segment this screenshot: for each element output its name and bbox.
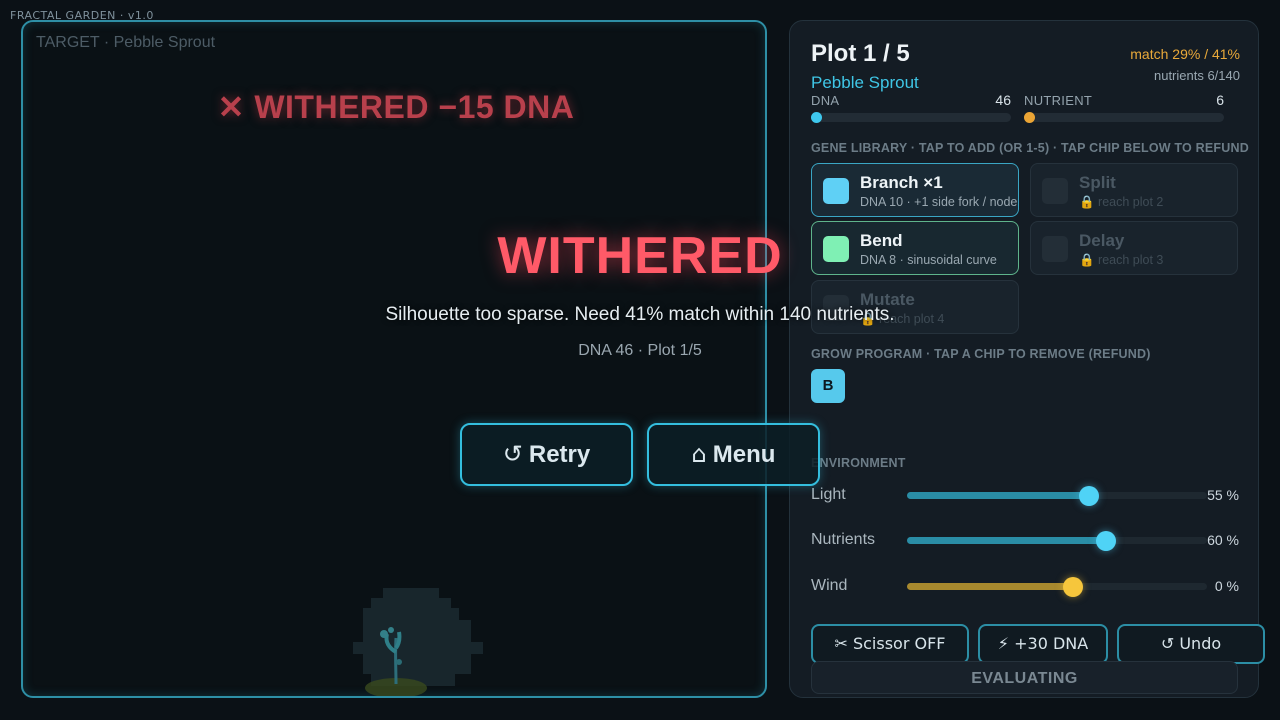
env-light-slider[interactable] bbox=[907, 486, 1207, 506]
nutrient-label: NUTRIENT bbox=[1024, 93, 1093, 108]
menu-button[interactable]: ⌂ Menu bbox=[647, 423, 820, 486]
result-message: Silhouette too sparse. Need 41% match wi… bbox=[385, 304, 895, 325]
plot-name: Pebble Sprout bbox=[811, 73, 919, 92]
target-label: TARGET · Pebble Sprout bbox=[36, 34, 216, 51]
retry-label: Retry bbox=[528, 441, 591, 468]
match-readout: match 29% / 41% bbox=[1130, 46, 1240, 62]
retry-icon: ↺ bbox=[502, 440, 523, 468]
slider-knob[interactable] bbox=[1079, 486, 1099, 506]
split-swatch bbox=[1042, 178, 1068, 204]
slider-knob[interactable] bbox=[1063, 577, 1083, 597]
gene-name: Split bbox=[1079, 173, 1116, 192]
gene-desc: 🔒 reach plot 2 bbox=[1079, 195, 1164, 209]
nutrient-stat: NUTRIENT 6 bbox=[1024, 92, 1224, 123]
menu-label: Menu bbox=[712, 441, 776, 468]
add-dna-button[interactable]: ⚡ +30 DNA bbox=[978, 624, 1108, 664]
env-value: 60 % bbox=[1207, 532, 1239, 548]
undo-button[interactable]: ↺ Undo bbox=[1117, 624, 1265, 664]
dna-label: DNA bbox=[811, 93, 840, 108]
plot-title: Plot 1 / 5 bbox=[811, 40, 910, 67]
evaluating-status: EVALUATING bbox=[811, 661, 1238, 694]
dna-stat: DNA 46 bbox=[811, 92, 1011, 123]
sprout-plant bbox=[380, 627, 402, 685]
environment-heading: ENVIRONMENT bbox=[811, 456, 906, 470]
withered-banner: ✕ WITHERED −15 DNA bbox=[217, 89, 575, 125]
gene-branch[interactable]: Branch ×1 DNA 10 · +1 side fork / node bbox=[811, 163, 1019, 217]
env-label: Light bbox=[811, 486, 846, 503]
env-nutrients-row[interactable]: Nutrients 60 % bbox=[811, 529, 1239, 551]
env-wind-slider[interactable] bbox=[907, 577, 1207, 597]
env-label: Wind bbox=[811, 577, 848, 594]
gene-library-heading: GENE LIBRARY · TAP TO ADD (OR 1-5) · TAP… bbox=[811, 141, 1249, 155]
env-label: Nutrients bbox=[811, 531, 876, 548]
env-value: 55 % bbox=[1207, 487, 1239, 503]
env-light-row[interactable]: Light 55 % bbox=[811, 484, 1239, 506]
dna-value: 46 bbox=[995, 92, 1011, 108]
result-summary: DNA 46 · Plot 1/5 bbox=[578, 342, 702, 359]
slider-knob[interactable] bbox=[1096, 531, 1116, 551]
nutrient-bar bbox=[1024, 112, 1224, 123]
gene-name: Branch ×1 bbox=[860, 173, 943, 192]
home-icon: ⌂ bbox=[691, 440, 707, 468]
env-nutrients-slider[interactable] bbox=[907, 531, 1207, 551]
nutrients-readout: nutrients 6/140 bbox=[1153, 68, 1240, 83]
gene-split: Split 🔒 reach plot 2 bbox=[1030, 163, 1238, 217]
retry-button[interactable]: ↺ Retry bbox=[460, 423, 633, 486]
gene-desc: DNA 10 · +1 side fork / node bbox=[860, 195, 1018, 209]
program-chip-branch[interactable]: B bbox=[811, 369, 845, 403]
env-wind-row[interactable]: Wind 0 % bbox=[811, 575, 1239, 597]
branch-swatch bbox=[823, 178, 849, 204]
result-title: WITHERED bbox=[497, 227, 783, 285]
dna-bar bbox=[811, 112, 1011, 123]
nutrient-value: 6 bbox=[1216, 92, 1224, 108]
env-value: 0 % bbox=[1214, 578, 1239, 594]
scissor-button[interactable]: ✂ Scissor OFF bbox=[811, 624, 969, 664]
